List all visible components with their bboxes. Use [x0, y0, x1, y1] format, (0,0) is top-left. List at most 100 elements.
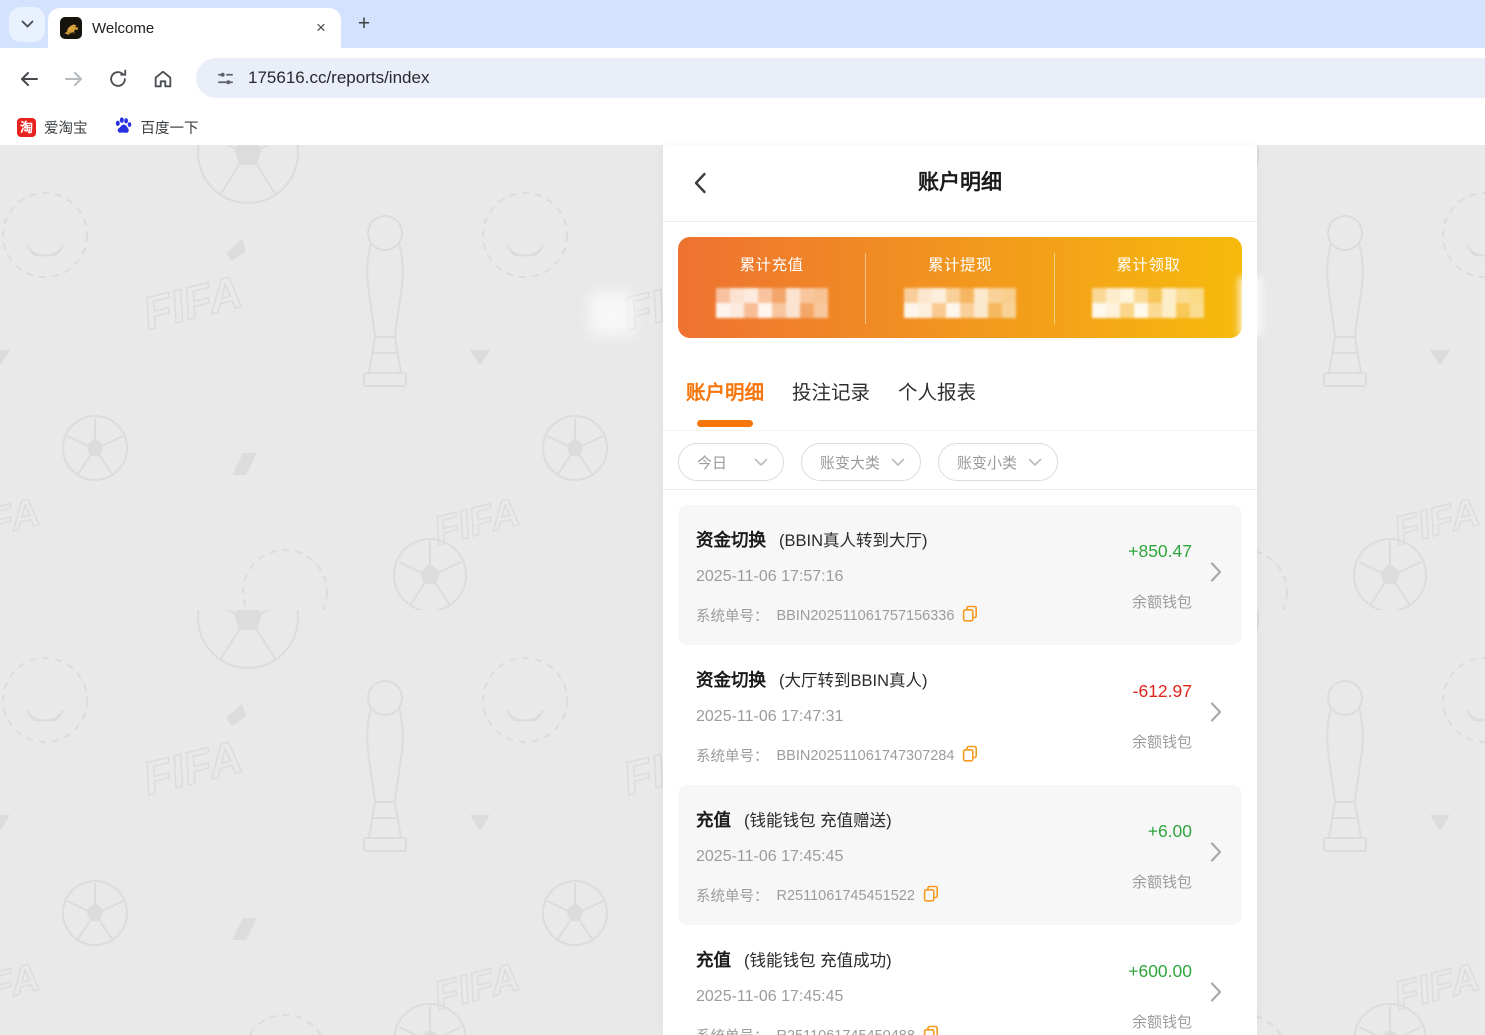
transaction-subtitle: (大厅转到BBIN真人) [779, 672, 928, 690]
back-button[interactable] [14, 64, 44, 94]
active-tab-indicator [697, 420, 753, 427]
bookmarks-bar: 淘 爱淘宝 百度一下 [0, 110, 1485, 145]
bookmark-baidu[interactable]: 百度一下 [114, 116, 199, 139]
filter-major-category-dropdown[interactable]: 账变大类 [801, 443, 921, 481]
divider [663, 430, 1257, 431]
tab-label: 投注记录 [792, 382, 870, 404]
back-navigation-button[interactable] [693, 171, 715, 195]
blurred-value [904, 288, 1016, 318]
transaction-type: 充值(钱能钱包 充值赠送) [696, 807, 892, 832]
transaction-amount: +600.00 [1128, 961, 1192, 982]
copy-icon[interactable] [923, 1025, 939, 1035]
transaction-amount: +6.00 [1148, 821, 1192, 842]
tab-search-button[interactable] [9, 7, 45, 42]
reload-button[interactable] [103, 64, 133, 94]
filter-label: 今日 [697, 452, 727, 473]
blur-artifact [590, 293, 634, 335]
wallet-label: 余额钱包 [1132, 1011, 1192, 1032]
forward-arrow-icon [62, 67, 86, 91]
chevron-right-icon [1210, 981, 1222, 1008]
transaction-order-number: 系统单号： BBIN202511061757156336 [696, 605, 978, 626]
transaction-order-number: 系统单号： BBIN202511061747307284 [696, 745, 978, 766]
section-tabs: 账户明细 投注记录 个人报表 [686, 376, 976, 409]
order-number-value: BBIN202511061747307284 [777, 748, 955, 764]
panel-header: 账户明细 [663, 145, 1257, 222]
home-button[interactable] [148, 64, 178, 94]
home-icon [152, 68, 174, 90]
filter-label: 账变小类 [957, 452, 1017, 473]
summary-label: 累计充值 [678, 253, 865, 275]
browser-tab[interactable]: Welcome × [48, 8, 341, 48]
summary-label: 累计提现 [866, 253, 1053, 275]
chevron-right-icon [1210, 841, 1222, 868]
wallet-label: 余额钱包 [1132, 871, 1192, 892]
summary-total-withdraw: 累计提现 [865, 253, 1053, 324]
order-number-value: R2511061745450488 [777, 1028, 915, 1035]
order-number-label: 系统单号： [696, 605, 769, 626]
url-bar[interactable]: 175616.cc/reports/index [196, 58, 1485, 98]
reload-icon [107, 68, 129, 90]
summary-label: 累计领取 [1055, 253, 1242, 275]
chevron-down-icon [21, 16, 34, 34]
transaction-row[interactable]: 资金切换(BBIN真人转到大厅) 2025-11-06 17:57:16 系统单号：… [678, 505, 1242, 645]
transaction-order-number: 系统单号：R2511061745451522 [696, 885, 939, 906]
chevron-right-icon [1210, 701, 1222, 728]
tab-label: 个人报表 [898, 382, 976, 404]
transaction-order-number: 系统单号：R2511061745450488 [696, 1025, 939, 1035]
page-title: 账户明细 [663, 145, 1257, 221]
blur-artifact [1239, 277, 1261, 335]
transaction-amount: +850.47 [1128, 541, 1192, 562]
back-arrow-icon [17, 67, 41, 91]
account-detail-panel: 账户明细 累计充值 累计提现 累计领取 账户明细 投注记录 [663, 145, 1257, 1035]
transaction-row[interactable]: 资金切换(大厅转到BBIN真人)2025-11-06 17:47:31系统单号：… [678, 645, 1242, 785]
tab-account-detail[interactable]: 账户明细 [686, 376, 764, 409]
summary-card: 累计充值 累计提现 累计领取 [678, 237, 1242, 338]
filter-minor-category-dropdown[interactable]: 账变小类 [938, 443, 1058, 481]
wallet-label: 余额钱包 [1132, 591, 1192, 612]
baidu-icon [114, 116, 133, 139]
filter-bar: 今日 账变大类 账变小类 [678, 443, 1058, 481]
transaction-subtitle: (钱能钱包 充值赠送) [744, 812, 892, 830]
back-chevron-icon [693, 171, 707, 195]
copy-icon[interactable] [923, 885, 939, 906]
url-text: 175616.cc/reports/index [248, 68, 429, 88]
order-number-label: 系统单号： [696, 885, 769, 906]
order-number-label: 系统单号： [696, 745, 769, 766]
screen: { "browser": { "tab_title": "Welcome", "… [0, 0, 1485, 1035]
transaction-datetime: 2025-11-06 17:57:16 [696, 568, 843, 586]
site-favicon-icon [60, 17, 82, 39]
transaction-type: 资金切换(BBIN真人转到大厅) [696, 527, 928, 552]
taobao-icon: 淘 [17, 118, 36, 137]
copy-icon[interactable] [962, 605, 978, 626]
transaction-type: 充值(钱能钱包 充值成功) [696, 947, 892, 972]
tab-personal-report[interactable]: 个人报表 [898, 376, 976, 409]
tab-label: 账户明细 [686, 382, 764, 404]
forward-button[interactable] [59, 64, 89, 94]
copy-icon[interactable] [962, 745, 978, 766]
site-settings-icon[interactable] [210, 63, 240, 93]
blurred-value [1092, 288, 1204, 318]
chevron-down-icon [891, 458, 905, 467]
order-number-value: BBIN202511061757156336 [777, 608, 955, 624]
tab-bet-records[interactable]: 投注记录 [792, 376, 870, 409]
transaction-datetime: 2025-11-06 17:45:45 [696, 848, 843, 866]
blurred-value [716, 288, 828, 318]
summary-total-deposit: 累计充值 [678, 253, 865, 324]
browser-toolbar: 175616.cc/reports/index [0, 48, 1485, 110]
transaction-row[interactable]: 充值(钱能钱包 充值赠送) 2025-11-06 17:45:45 系统单号：R25… [678, 785, 1242, 925]
new-tab-button[interactable]: + [352, 13, 376, 37]
chevron-down-icon [754, 458, 768, 467]
bookmark-taobao[interactable]: 淘 爱淘宝 [17, 117, 88, 138]
chevron-down-icon [1028, 458, 1042, 467]
chevron-right-icon [1210, 561, 1222, 588]
transaction-row[interactable]: 充值(钱能钱包 充值成功)2025-11-06 17:45:45系统单号：R25… [678, 925, 1242, 1035]
filter-date-dropdown[interactable]: 今日 [678, 443, 784, 481]
divider [663, 489, 1257, 490]
bookmark-label: 百度一下 [141, 117, 199, 138]
page-background: FIFA FIFA FIFA 账户明细 累计充值 [0, 145, 1485, 1035]
transaction-type: 资金切换(大厅转到BBIN真人) [696, 667, 928, 692]
bookmark-label: 爱淘宝 [44, 117, 88, 138]
tab-close-icon[interactable]: × [311, 18, 331, 38]
transaction-list: 资金切换(BBIN真人转到大厅) 2025-11-06 17:57:16 系统单号：… [678, 505, 1242, 1035]
filter-label: 账变大类 [820, 452, 880, 473]
